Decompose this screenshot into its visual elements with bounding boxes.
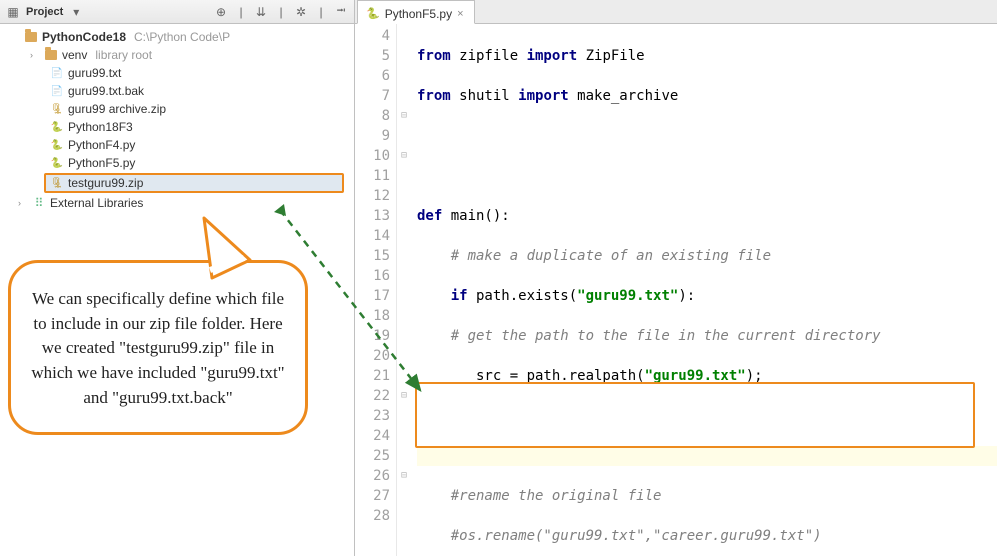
chevron-right-icon[interactable]: › [30, 50, 40, 60]
project-title: Project [26, 6, 63, 18]
folder-icon [25, 32, 37, 42]
collapse-icon[interactable]: ⇊ [254, 5, 268, 19]
project-icon: ▦ [6, 5, 20, 19]
tree-file[interactable]: 🐍 Python18F3 [6, 118, 354, 136]
editor-panel: 🐍 PythonF5.py × 456789101112131415161718… [355, 0, 997, 556]
tree-file[interactable]: 🐍 PythonF4.py [6, 136, 354, 154]
fold-gutter: ⊟⊟⊟⊟ [397, 24, 411, 556]
chevron-down-icon[interactable]: ▾ [69, 5, 83, 19]
code-content[interactable]: from zipfile import ZipFile from shutil … [411, 24, 997, 556]
tab-label: PythonF5.py [385, 7, 452, 21]
tree-file-selected[interactable]: 🗜 testguru99.zip [44, 173, 344, 193]
code-editor[interactable]: 4567891011121314151617181920212223242526… [355, 24, 997, 556]
tree-venv[interactable]: › venv library root [6, 46, 354, 64]
gear-icon[interactable]: ✲ [294, 5, 308, 19]
chevron-right-icon[interactable]: › [18, 198, 28, 208]
folder-icon [45, 50, 57, 60]
project-toolbar: ▦ Project ▾ ⊕ | ⇊ | ✲ | ⭲ [0, 0, 354, 24]
python-file-icon: 🐍 [50, 156, 64, 170]
tree-file[interactable]: 📄 guru99.txt.bak [6, 82, 354, 100]
tree-file[interactable]: 🐍 PythonF5.py [6, 154, 354, 172]
tree-root[interactable]: PythonCode18 C:\Python Code\P [6, 28, 354, 46]
editor-tab-bar: 🐍 PythonF5.py × [355, 0, 997, 24]
close-icon[interactable]: × [457, 8, 463, 20]
python-file-icon: 🐍 [50, 138, 64, 152]
python-file-icon: 🐍 [366, 7, 380, 20]
project-tree[interactable]: PythonCode18 C:\Python Code\P › venv lib… [0, 24, 354, 212]
zip-file-icon: 🗜 [50, 102, 64, 116]
library-icon: ⠿ [32, 196, 46, 210]
callout-text: We can specifically define which file to… [31, 289, 284, 407]
python-file-icon: 🐍 [50, 120, 64, 134]
line-gutter: 4567891011121314151617181920212223242526… [355, 24, 397, 556]
annotation-callout: We can specifically define which file to… [8, 260, 308, 435]
tab-pythonf5[interactable]: 🐍 PythonF5.py × [357, 0, 475, 24]
text-file-icon: 📄 [50, 66, 64, 80]
target-icon[interactable]: ⊕ [214, 5, 228, 19]
hide-icon[interactable]: ⭲ [334, 1, 348, 22]
zip-file-icon: 🗜 [50, 176, 64, 190]
text-file-icon: 📄 [50, 84, 64, 98]
tree-file[interactable]: 🗜 guru99 archive.zip [6, 100, 354, 118]
tree-external-libs[interactable]: › ⠿ External Libraries [6, 194, 354, 212]
tree-file[interactable]: 📄 guru99.txt [6, 64, 354, 82]
